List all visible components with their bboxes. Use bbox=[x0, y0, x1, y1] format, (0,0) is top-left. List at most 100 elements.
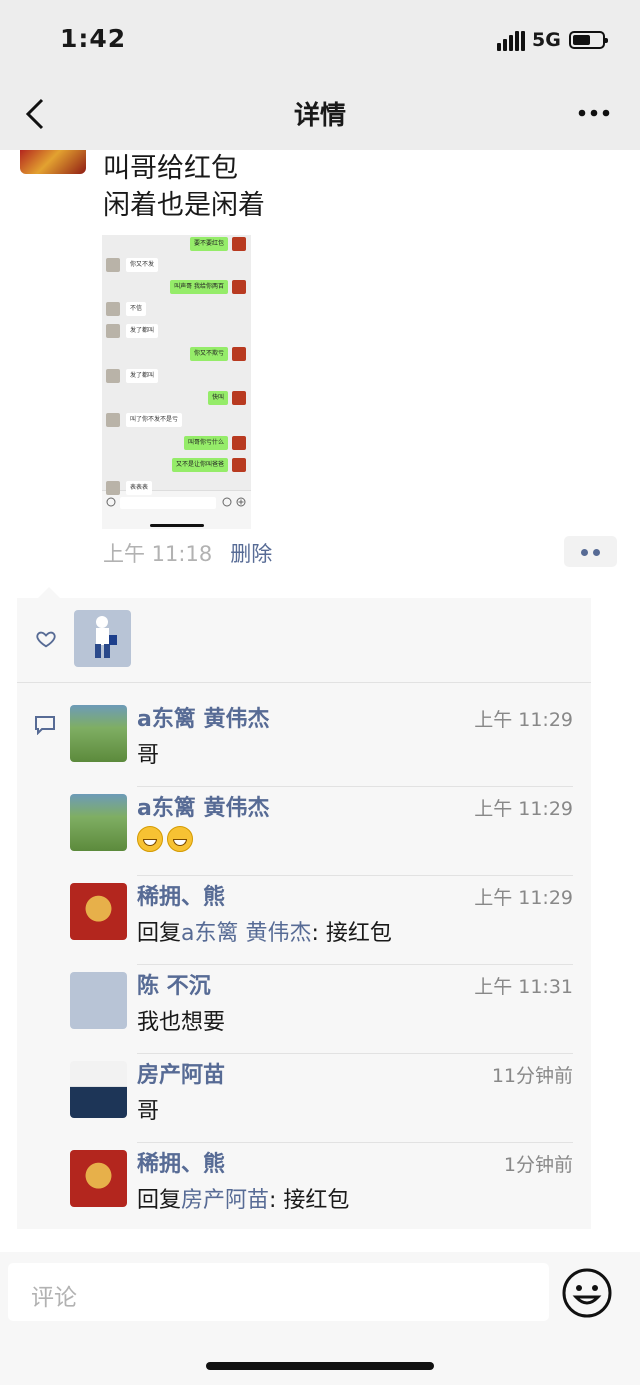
comment-body: : 接红包 bbox=[311, 921, 392, 946]
heart-icon bbox=[36, 631, 56, 648]
commenter-avatar[interactable] bbox=[70, 972, 127, 1029]
comment-item[interactable]: 房产阿苗 11分钟前哥 bbox=[70, 1055, 573, 1143]
chat-bubble: 又不是让你叫爸爸 bbox=[171, 458, 228, 472]
commenter-name[interactable]: 稀拥、熊 bbox=[137, 879, 225, 911]
comment-text: 哥 bbox=[137, 737, 159, 769]
comment-time: 11分钟前 bbox=[491, 1065, 573, 1087]
chat-avatar bbox=[232, 347, 246, 361]
status-bar: 1:42 5G bbox=[0, 0, 640, 80]
post-text: 叫哥给红包 闲着也是闲着 bbox=[103, 150, 265, 224]
chat-avatar bbox=[232, 458, 246, 472]
post-meta: 上午 11:18 删除 bbox=[103, 538, 272, 568]
chat-bubble: 你又不发 bbox=[126, 258, 159, 272]
chat-avatar bbox=[106, 413, 120, 427]
comment-body: 我也想要 bbox=[137, 1010, 226, 1035]
dot-icon bbox=[593, 549, 600, 556]
comment-divider bbox=[137, 786, 573, 787]
comment-text: 回复房产阿苗: 接红包 bbox=[137, 1182, 349, 1214]
nav-bar: 详情 bbox=[0, 80, 640, 150]
comment-placeholder: 评论 bbox=[31, 1285, 77, 1311]
chat-avatar bbox=[106, 481, 120, 495]
more-actions-button[interactable] bbox=[564, 536, 617, 567]
image-input-bar bbox=[102, 490, 251, 529]
comment-text: 哥 bbox=[137, 1093, 159, 1125]
comment-text: 回复a东篱 黄伟杰: 接红包 bbox=[137, 915, 392, 947]
chat-avatar bbox=[232, 436, 246, 450]
comment-divider bbox=[137, 875, 573, 876]
comment-time: 上午 11:29 bbox=[474, 798, 573, 820]
reply-prefix: 回复 bbox=[137, 1188, 182, 1213]
commenter-avatar[interactable] bbox=[70, 1150, 127, 1207]
status-time: 1:42 bbox=[60, 24, 127, 53]
reply-target-name[interactable]: 房产阿苗 bbox=[181, 1188, 269, 1213]
chat-bubble: 要不要红包 bbox=[189, 237, 228, 251]
comment-time: 1分钟前 bbox=[503, 1154, 573, 1176]
commenter-avatar[interactable] bbox=[70, 794, 127, 851]
commenter-name[interactable]: a东篱 黄伟杰 bbox=[137, 790, 270, 822]
image-input-field bbox=[120, 497, 216, 509]
comment-body: 哥 bbox=[137, 1099, 160, 1124]
more-dots-icon[interactable] bbox=[574, 100, 614, 126]
chat-bubble: 你又不欺亏 bbox=[189, 347, 228, 361]
grin-emoji-icon bbox=[137, 826, 163, 852]
comment-divider bbox=[137, 964, 573, 965]
battery-icon bbox=[569, 31, 608, 49]
comment-time: 上午 11:29 bbox=[474, 709, 573, 731]
comment-divider bbox=[137, 1053, 573, 1054]
plus-icon bbox=[236, 497, 246, 507]
commenter-name[interactable]: 陈 不沉 bbox=[137, 968, 211, 1000]
like-avatar[interactable] bbox=[74, 610, 131, 667]
chat-bubble: 快叫 bbox=[207, 391, 228, 405]
commenter-name[interactable]: 房产阿苗 bbox=[137, 1057, 225, 1089]
network-type: 5G bbox=[532, 29, 561, 51]
comment-body: 哥 bbox=[137, 743, 160, 768]
delete-link[interactable]: 删除 bbox=[230, 542, 272, 566]
comment-text bbox=[137, 826, 197, 852]
boy-avatar-icon bbox=[95, 616, 117, 658]
reply-target-name[interactable]: a东篱 黄伟杰 bbox=[181, 921, 311, 946]
chat-bubble: 叫哥你亏什么 bbox=[183, 436, 228, 450]
comment-input[interactable]: 评论 bbox=[8, 1263, 549, 1321]
commenter-name[interactable]: a东篱 黄伟杰 bbox=[137, 701, 270, 733]
chat-bubble: 表表表 bbox=[126, 481, 153, 495]
comment-item[interactable]: 稀拥、熊 1分钟前回复房产阿苗: 接红包 bbox=[70, 1144, 573, 1232]
grin-emoji-icon bbox=[167, 826, 193, 852]
commenter-name[interactable]: 稀拥、熊 bbox=[137, 1146, 225, 1178]
comment-divider bbox=[137, 1142, 573, 1143]
reply-prefix: 回复 bbox=[137, 921, 182, 946]
dot-icon bbox=[581, 549, 588, 556]
comment-item[interactable]: a东篱 黄伟杰 上午 11:29 哥 bbox=[70, 699, 573, 787]
chat-avatar bbox=[106, 369, 120, 383]
smiley-icon[interactable] bbox=[561, 1267, 613, 1319]
commenter-avatar[interactable] bbox=[70, 705, 127, 762]
chat-bubble: 发了都叫 bbox=[126, 324, 159, 338]
voice-icon bbox=[106, 497, 116, 507]
home-indicator bbox=[206, 1362, 434, 1370]
emoji-icon bbox=[222, 497, 232, 507]
chat-avatar bbox=[106, 324, 120, 338]
signal-icon bbox=[497, 31, 525, 51]
page-title: 详情 bbox=[293, 101, 346, 131]
comment-icon bbox=[35, 716, 55, 735]
commenter-avatar[interactable] bbox=[70, 883, 127, 940]
comment-time: 上午 11:31 bbox=[474, 976, 573, 998]
post-author-avatar[interactable] bbox=[20, 150, 86, 174]
chat-bubble: 发了都叫 bbox=[126, 369, 159, 383]
chat-avatar bbox=[232, 280, 246, 294]
post-image[interactable]: 要不要红包 你又不发 叫声哥 我给你两百 不信 发了都叫 你又不欺亏 发了都叫 快叫 叫了你不发… bbox=[102, 235, 251, 529]
chat-avatar bbox=[232, 391, 246, 405]
comment-item[interactable]: a东篱 黄伟杰 上午 11:29 bbox=[70, 788, 573, 876]
comment-text: 我也想要 bbox=[137, 1004, 225, 1036]
interactions-panel: a东篱 黄伟杰 上午 11:29 哥 a东篱 黄伟杰 上午 11:29 稀拥、熊 上午 11… bbox=[17, 587, 591, 1232]
comment-item[interactable]: 稀拥、熊 上午 11:29 回复a东篱 黄伟杰: 接红包 bbox=[70, 877, 573, 965]
chat-avatar bbox=[106, 302, 120, 316]
comment-time: 上午 11:29 bbox=[474, 887, 573, 909]
chat-bubble: 叫了你不发不是亏 bbox=[126, 413, 183, 427]
comment-item[interactable]: 陈 不沉 上午 11:31 我也想要 bbox=[70, 966, 573, 1054]
panel-divider bbox=[17, 682, 591, 683]
chat-avatar bbox=[106, 258, 120, 272]
comment-body: : 接红包 bbox=[269, 1188, 350, 1213]
chat-bubble: 不信 bbox=[126, 302, 147, 316]
commenter-avatar[interactable] bbox=[70, 1061, 127, 1118]
post-time: 上午 11:18 bbox=[103, 542, 213, 566]
